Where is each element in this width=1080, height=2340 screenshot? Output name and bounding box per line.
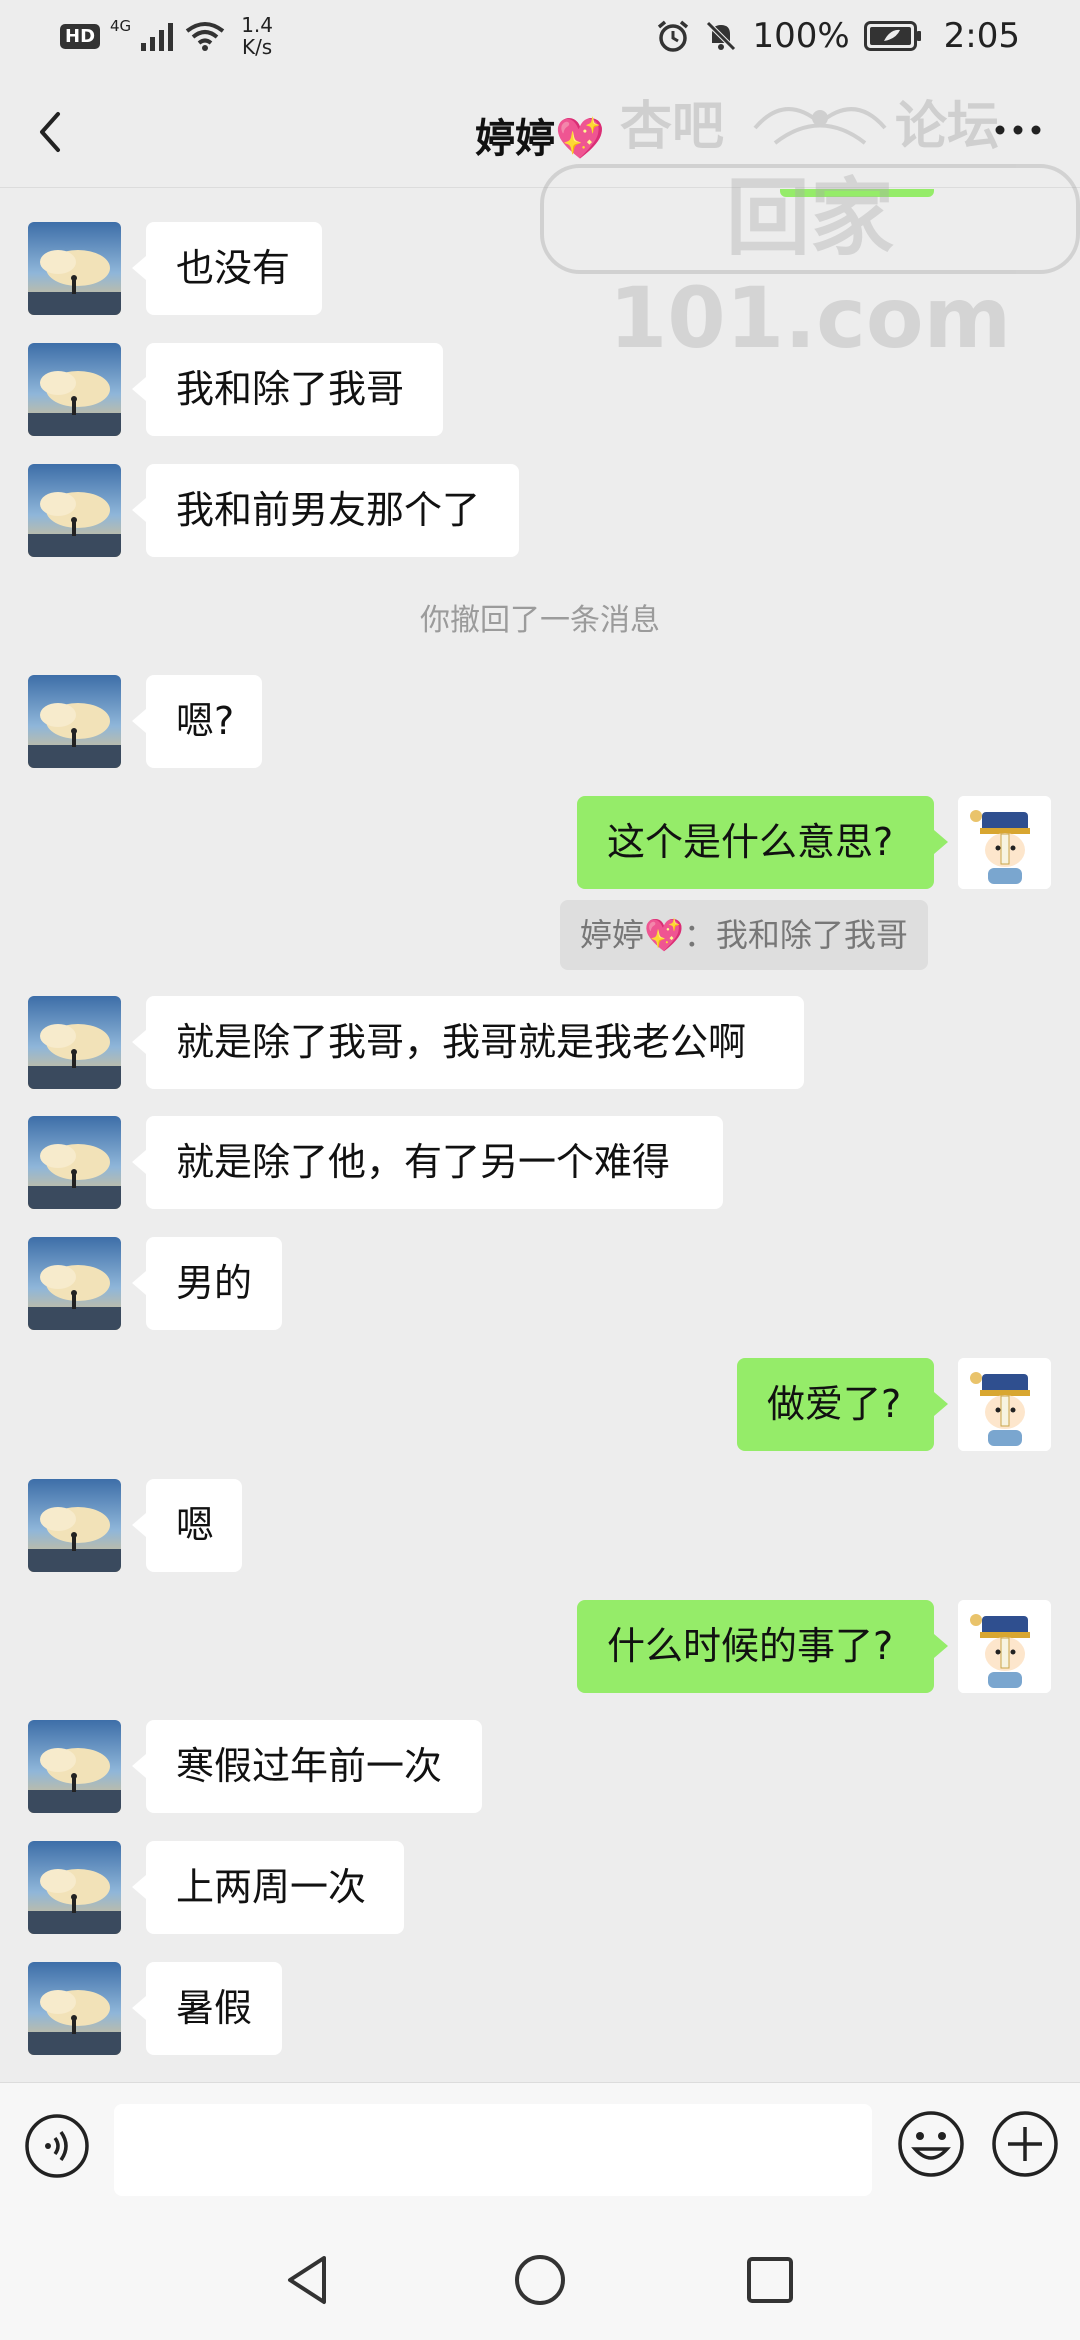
chat-header: 婷婷💖	[0, 76, 1080, 188]
voice-icon[interactable]	[24, 2113, 90, 2179]
message-bubble[interactable]: 嗯?	[132, 675, 262, 768]
incoming-message: 男的	[0, 1237, 1080, 1330]
page-title: 婷婷💖	[475, 116, 605, 162]
my-avatar[interactable]	[958, 796, 1051, 889]
speed-unit: K/s	[241, 35, 273, 59]
wifi-icon	[185, 22, 225, 51]
incoming-message: 就是除了他，有了另一个难得	[0, 1116, 1080, 1209]
message-bubble[interactable]: 男的	[132, 1237, 282, 1330]
clock: 2:05	[943, 16, 1020, 56]
nav-back-icon[interactable]	[280, 2252, 336, 2308]
contact-avatar[interactable]	[28, 1720, 121, 1813]
speed-value: 1.4	[241, 13, 273, 37]
incoming-message: 嗯	[0, 1479, 1080, 1572]
chat-screen: HD 4G 1.4 K/s 100% 2:05 婷婷💖 也没有 我和除了我哥 我…	[0, 0, 1080, 2340]
incoming-message: 上两周一次	[0, 1841, 1080, 1934]
incoming-message: 也没有	[0, 222, 1080, 315]
hd-badge: HD	[60, 23, 101, 49]
message-bubble[interactable]: 也没有	[132, 222, 322, 315]
outgoing-message: 这个是什么意思?	[0, 796, 1080, 889]
more-dots-icon[interactable]	[990, 110, 1046, 150]
input-bar	[0, 2082, 1080, 2218]
message-bubble[interactable]: 就是除了他，有了另一个难得	[132, 1116, 723, 1209]
message-input[interactable]	[114, 2104, 872, 2196]
contact-avatar[interactable]	[28, 675, 121, 768]
network-type: 4G	[110, 17, 132, 35]
contact-avatar[interactable]	[28, 996, 121, 1089]
outgoing-message: 做爱了?	[0, 1358, 1080, 1451]
plus-icon[interactable]	[990, 2109, 1060, 2179]
message-bubble[interactable]: 什么时候的事了?	[577, 1600, 948, 1693]
system-notice: 你撤回了一条消息	[420, 603, 660, 638]
nav-recent-icon[interactable]	[742, 2252, 798, 2308]
alarm-icon	[658, 20, 689, 52]
message-bubble[interactable]: 上两周一次	[132, 1841, 404, 1934]
status-left: HD 4G 1.4 K/s	[60, 14, 273, 58]
contact-avatar[interactable]	[28, 1962, 121, 2055]
status-right: 100% 2:05	[656, 16, 1020, 56]
previous-message-edge	[780, 189, 934, 197]
my-avatar[interactable]	[958, 1358, 1051, 1451]
incoming-message: 我和除了我哥	[0, 343, 1080, 436]
contact-avatar[interactable]	[28, 343, 121, 436]
system-nav-bar	[0, 2218, 1080, 2340]
contact-avatar[interactable]	[28, 222, 121, 315]
contact-avatar[interactable]	[28, 464, 121, 557]
message-bubble[interactable]: 暑假	[132, 1962, 282, 2055]
incoming-message: 就是除了我哥，我哥就是我老公啊	[0, 996, 1080, 1089]
network-speed: 1.4 K/s	[241, 14, 273, 58]
message-bubble[interactable]: 寒假过年前一次	[132, 1720, 482, 1813]
message-list[interactable]: 也没有我和除了我哥 我和前男友那个了你撤回了一条消息嗯? 这个是什么意思? 婷婷💖：我…	[0, 189, 1080, 2081]
message-bubble[interactable]: 就是除了我哥，我哥就是我老公啊	[132, 996, 804, 1089]
mute-bell-icon	[706, 21, 737, 51]
quoted-reply[interactable]: 婷婷💖：我和除了我哥	[560, 900, 928, 970]
signal-icon	[141, 23, 174, 51]
contact-avatar[interactable]	[28, 1237, 121, 1330]
emoji-icon[interactable]	[896, 2109, 966, 2179]
battery-icon	[863, 21, 921, 51]
incoming-message: 暑假	[0, 1962, 1080, 2055]
message-bubble[interactable]: 做爱了?	[737, 1358, 948, 1451]
incoming-message: 嗯?	[0, 675, 1080, 768]
incoming-message: 我和前男友那个了	[0, 464, 1080, 557]
message-bubble[interactable]: 嗯	[132, 1479, 242, 1572]
contact-avatar[interactable]	[28, 1479, 121, 1572]
battery-percent: 100%	[752, 16, 850, 56]
contact-avatar[interactable]	[28, 1841, 121, 1934]
message-bubble[interactable]: 这个是什么意思?	[577, 796, 948, 889]
message-bubble[interactable]: 我和除了我哥	[132, 343, 443, 436]
incoming-message: 寒假过年前一次	[0, 1720, 1080, 1813]
message-bubble[interactable]: 我和前男友那个了	[132, 464, 519, 557]
nav-home-icon[interactable]	[512, 2252, 568, 2308]
my-avatar[interactable]	[958, 1600, 1051, 1693]
status-bar: HD 4G 1.4 K/s 100% 2:05	[0, 0, 1080, 76]
outgoing-message: 什么时候的事了?	[0, 1600, 1080, 1693]
contact-avatar[interactable]	[28, 1116, 121, 1209]
